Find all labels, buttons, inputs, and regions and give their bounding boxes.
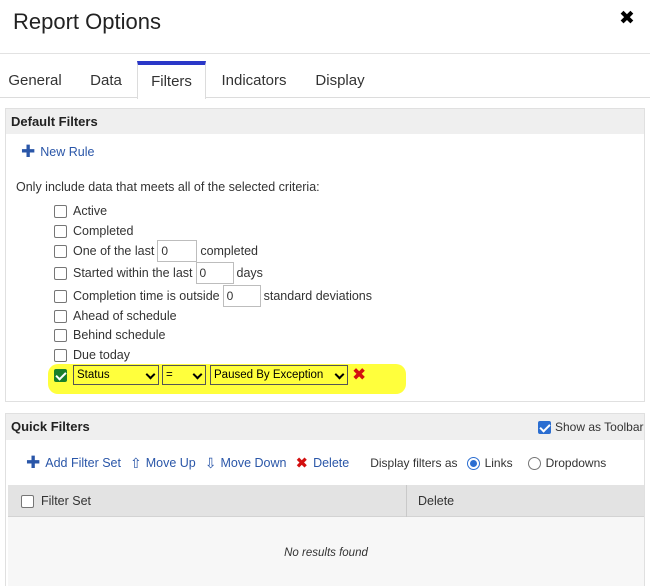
add-filter-set-label: Add Filter Set bbox=[45, 456, 121, 470]
plus-icon: ✚ bbox=[26, 453, 41, 472]
rule-one-of-last-suffix: completed bbox=[200, 244, 258, 258]
select-all-checkbox[interactable] bbox=[21, 495, 34, 508]
rule-one-of-last: One of the last 0 completed bbox=[54, 240, 258, 262]
delete-label: Delete bbox=[313, 456, 350, 470]
custom-rule-value-select[interactable]: Paused By Exception bbox=[210, 365, 348, 385]
move-up-label: Move Up bbox=[145, 456, 196, 470]
arrow-down-icon: ⇩ bbox=[204, 455, 217, 471]
show-as-toolbar: Show as Toolbar bbox=[538, 419, 644, 435]
custom-rule-checkbox[interactable] bbox=[54, 369, 67, 382]
move-up-button[interactable]: ⇧ Move Up bbox=[130, 456, 196, 470]
rule-due-today-checkbox[interactable] bbox=[54, 348, 67, 362]
rule-due-today: Due today bbox=[54, 345, 130, 365]
filter-set-table-header: Filter Set Delete bbox=[8, 485, 644, 517]
show-as-toolbar-checkbox[interactable] bbox=[538, 420, 551, 434]
rule-completed: Completed bbox=[54, 221, 133, 241]
rule-behind-label: Behind schedule bbox=[73, 328, 166, 342]
criteria-intro: Only include data that meets all of the … bbox=[16, 180, 320, 194]
rule-one-of-last-checkbox[interactable] bbox=[54, 244, 67, 258]
rule-started-within-label: Started within the last bbox=[73, 266, 193, 280]
move-down-label: Move Down bbox=[220, 456, 287, 470]
rule-one-of-last-label: One of the last bbox=[73, 244, 155, 258]
column-divider bbox=[406, 485, 407, 517]
rule-active-label: Active bbox=[73, 204, 108, 218]
rule-ahead-checkbox[interactable] bbox=[54, 309, 67, 323]
started-within-input[interactable]: 0 bbox=[195, 262, 234, 284]
delete-button[interactable]: ✖ Delete bbox=[295, 454, 349, 472]
tab-bar: General Data Filters Indicators Display bbox=[0, 61, 650, 99]
rule-completion-time-suffix: standard deviations bbox=[263, 289, 373, 303]
rule-completed-checkbox[interactable] bbox=[54, 224, 67, 238]
tab-display[interactable]: Display bbox=[302, 61, 378, 98]
new-rule-label: New Rule bbox=[40, 145, 95, 159]
display-as-label: Display filters as bbox=[370, 456, 458, 470]
new-rule-button[interactable]: ✚ New Rule bbox=[21, 143, 94, 161]
rule-completion-time-checkbox[interactable] bbox=[54, 289, 67, 303]
tab-filters[interactable]: Filters bbox=[137, 61, 206, 99]
rule-active-checkbox[interactable] bbox=[54, 204, 67, 218]
custom-rule-field-value: Status bbox=[77, 369, 110, 381]
tab-data[interactable]: Data bbox=[76, 61, 136, 98]
rule-completion-time-label: Completion time is outside bbox=[73, 289, 220, 303]
display-as-dropdowns-option[interactable]: Dropdowns bbox=[527, 456, 607, 470]
column-filter-set: Filter Set bbox=[41, 494, 92, 508]
arrow-up-icon: ⇧ bbox=[129, 455, 142, 471]
one-of-last-input[interactable]: 0 bbox=[157, 240, 198, 262]
rule-started-within: Started within the last 0 days bbox=[54, 262, 263, 284]
dropdowns-radio-label: Dropdowns bbox=[545, 456, 607, 470]
links-radio[interactable] bbox=[466, 456, 480, 470]
chevron-down-icon bbox=[334, 369, 345, 380]
delete-icon: ✖ bbox=[295, 455, 309, 472]
move-down-button[interactable]: ⇩ Move Down bbox=[205, 456, 287, 470]
custom-rule-field-select[interactable]: Status bbox=[73, 365, 159, 385]
rule-ahead-label: Ahead of schedule bbox=[73, 309, 177, 323]
rule-ahead: Ahead of schedule bbox=[54, 306, 177, 326]
rule-started-within-checkbox[interactable] bbox=[54, 266, 67, 280]
rule-behind: Behind schedule bbox=[54, 325, 165, 345]
column-delete: Delete bbox=[418, 494, 455, 508]
tab-general[interactable]: General bbox=[0, 61, 70, 98]
completion-time-input[interactable]: 0 bbox=[222, 285, 261, 307]
rule-due-today-label: Due today bbox=[73, 348, 130, 362]
rule-active: Active bbox=[54, 201, 107, 221]
close-icon[interactable]: ✖ bbox=[616, 8, 638, 30]
plus-icon: ✚ bbox=[21, 142, 36, 161]
links-radio-label: Links bbox=[484, 456, 513, 470]
remove-rule-icon[interactable]: ✖ bbox=[352, 366, 366, 384]
empty-table-message: No results found bbox=[8, 517, 644, 586]
default-filters-header: Default Filters bbox=[6, 109, 644, 134]
tab-indicators[interactable]: Indicators bbox=[208, 61, 300, 98]
display-as-links-option[interactable]: Links bbox=[466, 456, 513, 470]
dialog-title: Report Options bbox=[13, 9, 161, 34]
chevron-down-icon bbox=[145, 369, 156, 380]
rule-started-within-suffix: days bbox=[236, 266, 263, 280]
add-filter-set-button[interactable]: ✚ Add Filter Set bbox=[26, 453, 121, 472]
quick-filters-toolbar: ✚ Add Filter Set ⇧ Move Up ⇩ Move Down ✖… bbox=[26, 453, 615, 473]
dialog-header: Report Options ✖ bbox=[0, 0, 650, 54]
show-as-toolbar-label: Show as Toolbar bbox=[555, 420, 644, 434]
custom-rule-operator-value: = bbox=[166, 369, 173, 381]
dropdowns-radio[interactable] bbox=[527, 456, 541, 470]
chevron-down-icon bbox=[192, 369, 203, 380]
custom-rule-value-value: Paused By Exception bbox=[214, 369, 324, 381]
rule-completion-time: Completion time is outside 0 standard de… bbox=[54, 285, 372, 307]
rule-completed-label: Completed bbox=[73, 224, 134, 238]
rule-behind-checkbox[interactable] bbox=[54, 328, 67, 342]
custom-rule-operator-select[interactable]: = bbox=[162, 365, 206, 385]
